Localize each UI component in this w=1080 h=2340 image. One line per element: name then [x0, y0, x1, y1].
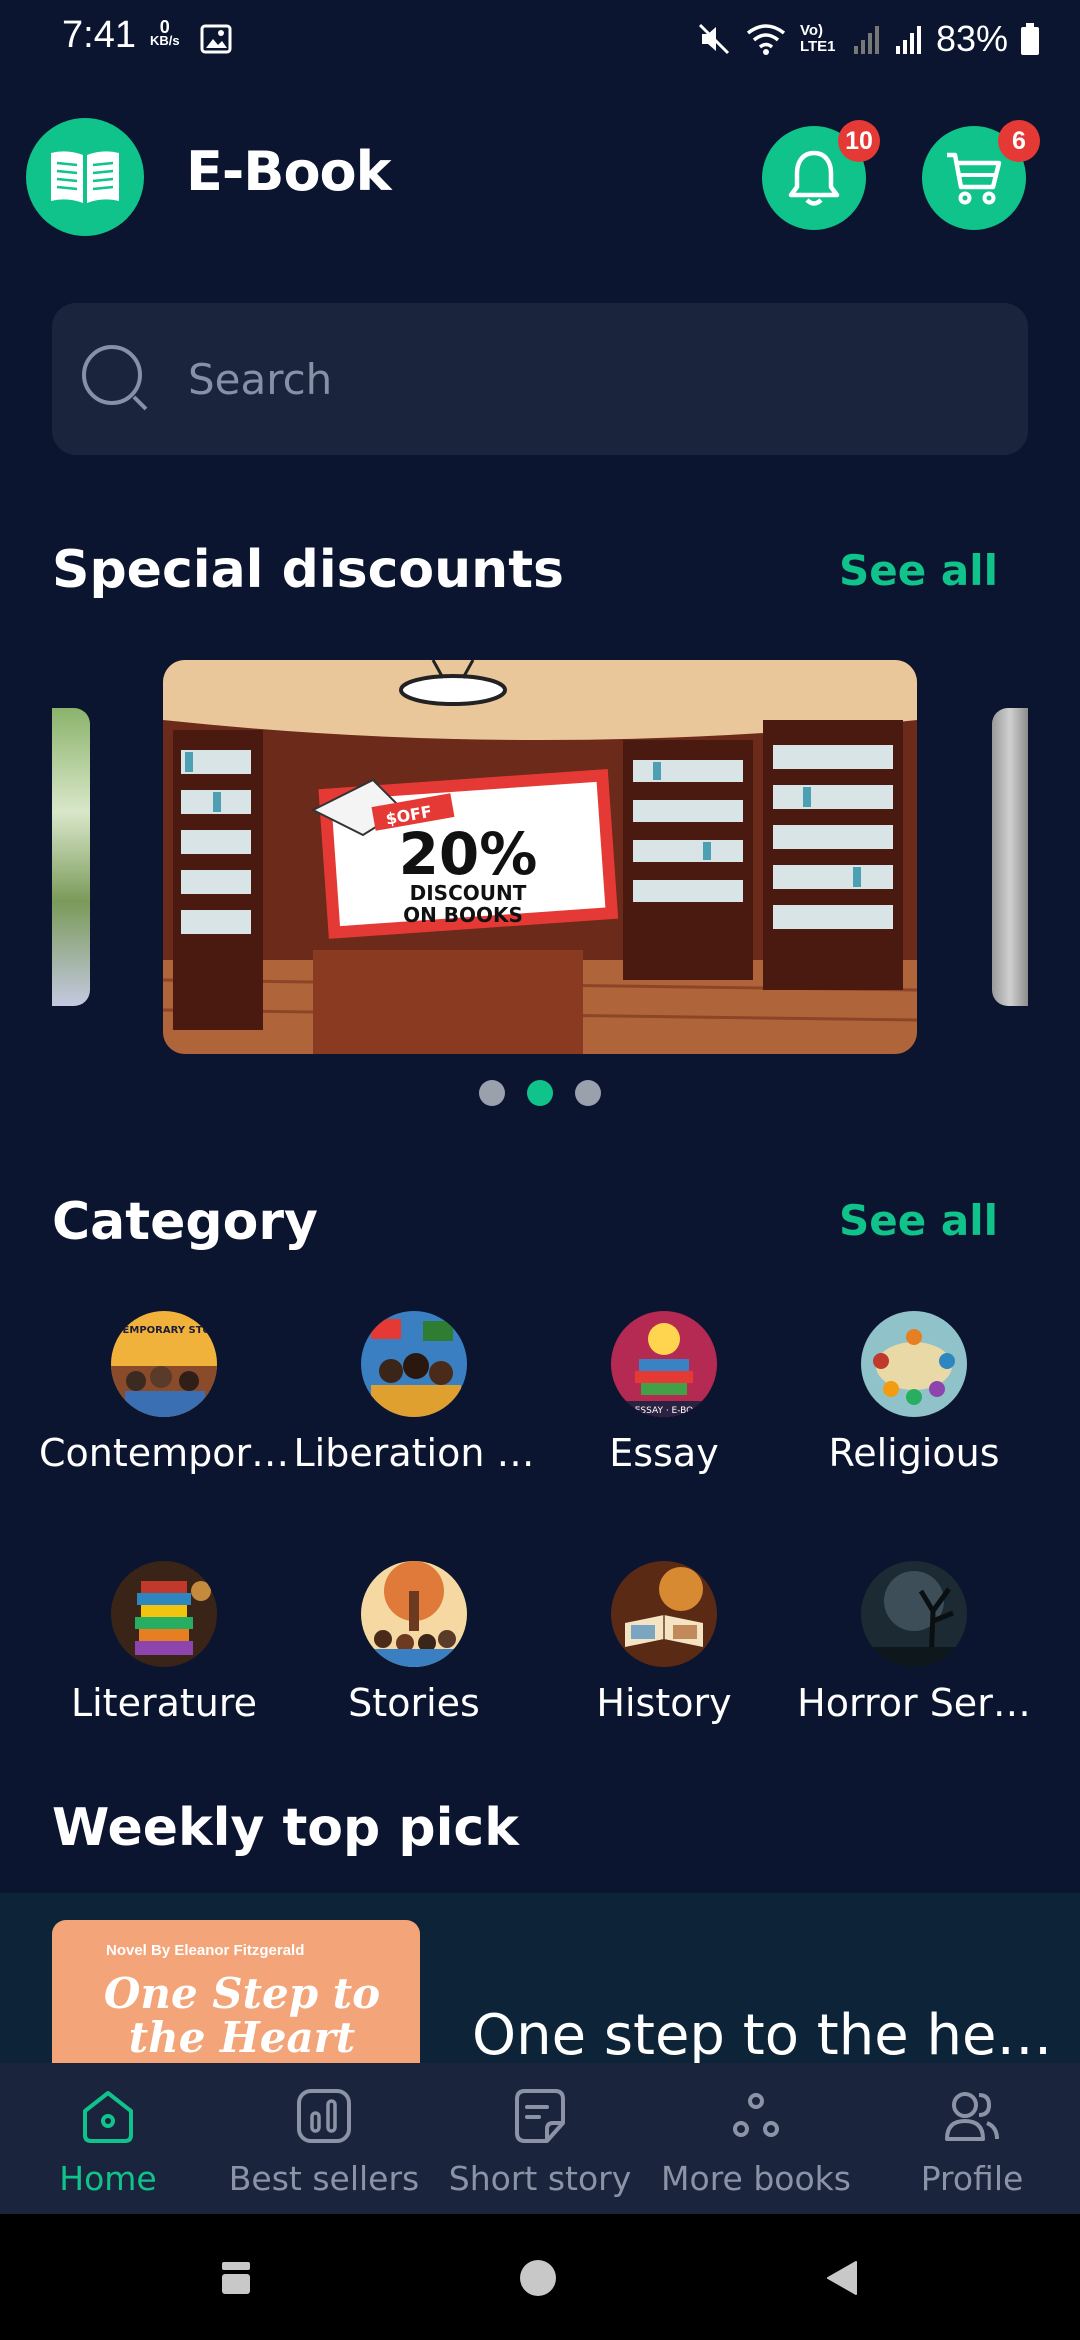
nav-label: Short story	[448, 2159, 632, 2198]
network-speed: 0 KB/s	[150, 17, 180, 48]
nav-best-sellers[interactable]: Best sellers	[216, 2063, 432, 2214]
nav-label: Profile	[920, 2159, 1024, 2198]
cart-button[interactable]: 6	[922, 120, 1040, 230]
category-image	[361, 1311, 467, 1417]
category-image: ESSAY · E-BO	[611, 1311, 717, 1417]
category-image	[861, 1311, 967, 1417]
users-icon	[945, 2092, 999, 2141]
wifi-icon	[746, 24, 786, 55]
category-item-contemporary[interactable]: CONTEMPORARY STORIES Contempor…	[39, 1311, 289, 1475]
banner-headline: 20%	[399, 820, 538, 888]
carousel-dot[interactable]	[575, 1080, 601, 1106]
home-button-icon[interactable]	[518, 2258, 558, 2298]
cart-badge: 6	[998, 120, 1040, 162]
document-icon	[515, 2089, 565, 2143]
nav-short-story[interactable]: Short story	[432, 2063, 648, 2214]
discount-carousel[interactable]: $OFF 20% DISCOUNT ON BOOKS	[0, 660, 1080, 1055]
special-discounts-title: Special discounts	[52, 540, 565, 600]
banner-line1: DISCOUNT	[410, 881, 527, 905]
category-image: CONTEMPORARY STORIES	[111, 1311, 217, 1417]
category-image	[361, 1561, 467, 1667]
system-navigation-bar	[0, 2214, 1080, 2340]
app-title: E-Book	[186, 140, 392, 203]
carousel-indicator	[0, 1080, 1080, 1106]
book-cover-title: One Step to the Heart	[103, 1969, 381, 2062]
category-image	[611, 1561, 717, 1667]
nav-label: Best sellers	[228, 2159, 420, 2198]
mute-icon	[698, 23, 729, 55]
next-banner[interactable]	[992, 708, 1028, 1006]
nav-more-books[interactable]: More books	[648, 2063, 864, 2214]
category-item-history[interactable]: History	[539, 1561, 789, 1725]
previous-banner[interactable]	[52, 708, 90, 1006]
bottom-navigation: Home Best sellers Short story More books	[0, 2063, 1080, 2214]
category-label: Literature	[70, 1681, 258, 1725]
notification-badge: 10	[838, 120, 880, 162]
carousel-dot-active[interactable]	[527, 1080, 553, 1106]
nav-label: More books	[661, 2159, 851, 2198]
banner-line2: ON BOOKS	[403, 903, 523, 927]
chart-icon	[297, 2089, 351, 2143]
category-image	[111, 1561, 217, 1667]
dots-icon	[733, 2093, 779, 2137]
book-title: One step to the he…	[472, 2003, 1053, 2063]
carousel-dot[interactable]	[479, 1080, 505, 1106]
app-logo	[26, 118, 144, 236]
category-cover-text: ESSAY · E-BO	[635, 1406, 694, 1416]
category-see-all[interactable]: See all	[839, 1196, 998, 1245]
category-item-liberation[interactable]: Liberation …	[289, 1311, 539, 1475]
status-icons: Vo) LTE1 83%	[696, 14, 1040, 64]
open-book-icon	[51, 151, 119, 203]
weekly-title: Weekly top pick	[52, 1798, 519, 1858]
volte-label: Vo) LTE1	[799, 22, 836, 55]
bookstore-illustration: $OFF 20% DISCOUNT ON BOOKS	[163, 660, 917, 1054]
cart-icon	[947, 152, 1002, 205]
weekly-book-card[interactable]: Novel By Eleanor Fitzgerald One Step to …	[0, 1893, 1080, 2063]
gallery-icon	[200, 24, 232, 54]
special-discounts-see-all[interactable]: See all	[839, 546, 998, 595]
category-item-essay[interactable]: ESSAY · E-BO Essay	[539, 1311, 789, 1475]
category-label: Religious	[828, 1431, 1000, 1475]
book-cover: Novel By Eleanor Fitzgerald One Step to …	[52, 1920, 420, 2063]
bell-icon	[788, 150, 840, 206]
signal-icon-2	[895, 26, 921, 54]
recent-apps-icon[interactable]	[216, 2258, 256, 2298]
category-cover-text: CONTEMPORARY STORIES	[111, 1325, 217, 1336]
discount-banner[interactable]: $OFF 20% DISCOUNT ON BOOKS	[163, 660, 917, 1054]
category-label: Stories	[348, 1681, 480, 1725]
category-label: Essay	[609, 1431, 719, 1475]
back-icon[interactable]	[822, 2258, 862, 2298]
signal-icon-1	[853, 26, 879, 54]
home-icon	[83, 2091, 133, 2143]
category-label: History	[596, 1681, 732, 1725]
notifications-button[interactable]: 10	[762, 120, 880, 230]
nav-label: Home	[59, 2159, 157, 2198]
category-item-horror[interactable]: Horror Ser…	[789, 1561, 1039, 1725]
category-item-literature[interactable]: Literature	[39, 1561, 289, 1725]
category-item-stories[interactable]: Stories	[289, 1561, 539, 1725]
status-time: 7:41	[62, 14, 136, 56]
category-label: Contempor…	[39, 1431, 290, 1475]
category-image	[861, 1561, 967, 1667]
status-bar: 7:41 0 KB/s Vo) LTE1 83%	[0, 0, 1080, 80]
search-bar[interactable]	[52, 303, 1028, 455]
nav-home[interactable]: Home	[0, 2063, 216, 2214]
category-title: Category	[52, 1192, 318, 1252]
category-label: Liberation …	[293, 1431, 535, 1475]
battery-percent: 83%	[935, 18, 1008, 59]
book-author: Novel By Eleanor Fitzgerald	[106, 1942, 305, 1959]
search-input[interactable]	[188, 354, 988, 404]
category-label: Horror Ser…	[797, 1681, 1031, 1725]
nav-profile[interactable]: Profile	[864, 2063, 1080, 2214]
category-item-religious[interactable]: Religious	[789, 1311, 1039, 1475]
search-icon	[82, 345, 148, 411]
battery-icon	[1021, 23, 1039, 55]
